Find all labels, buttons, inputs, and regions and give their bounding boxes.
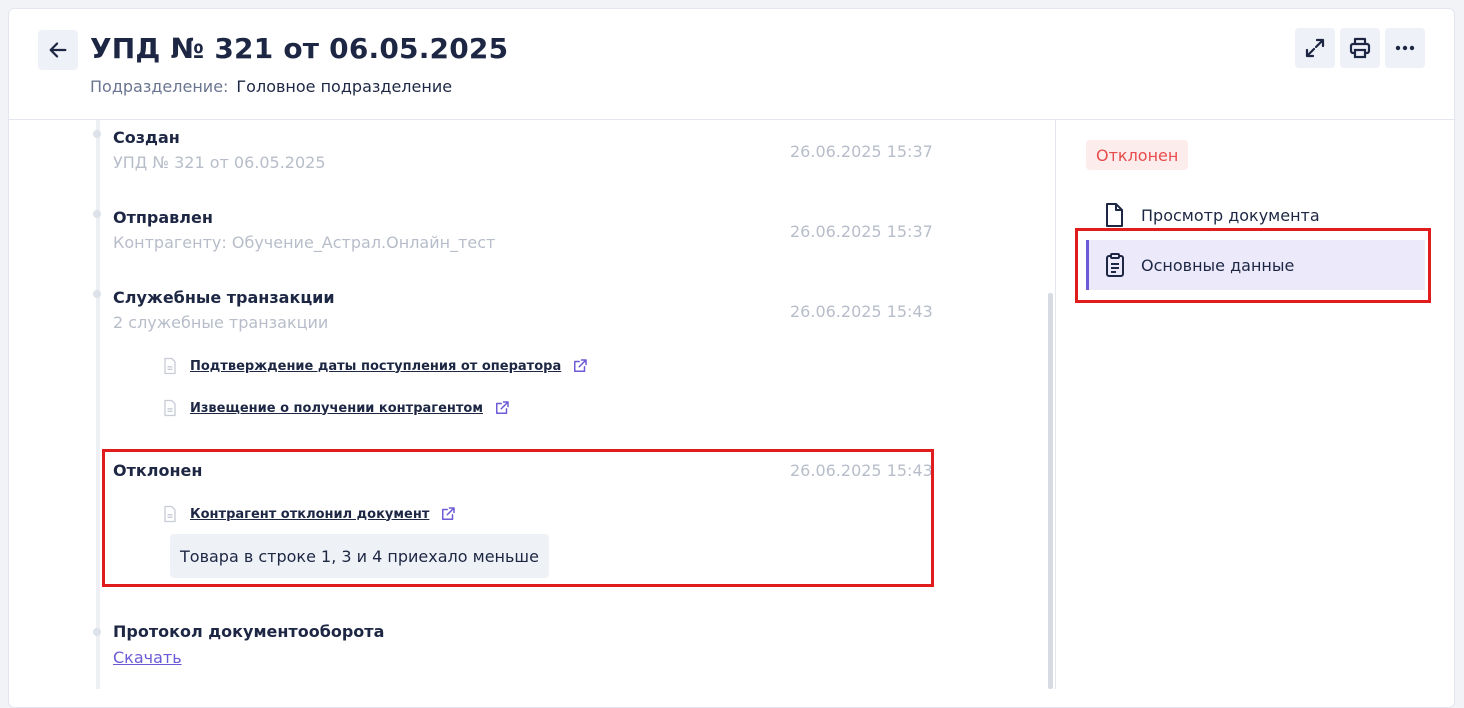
external-link-icon[interactable] (571, 357, 589, 375)
event-title: Отклонен (113, 461, 203, 480)
page-title: УПД № 321 от 06.05.2025 (90, 32, 509, 65)
event-time: 26.06.2025 15:43 (790, 461, 933, 480)
file-icon (1086, 202, 1141, 228)
expand-button[interactable] (1295, 28, 1335, 68)
sidebar-item-label: Основные данные (1141, 255, 1295, 275)
sidebar-item-main-data[interactable]: Основные данные (1086, 240, 1425, 290)
clipboard-icon (1089, 252, 1141, 278)
event-title: Служебные транзакции (113, 288, 335, 307)
more-dots-icon (1395, 45, 1415, 51)
subdivision-info: Подразделение: Головное подразделение (90, 77, 452, 96)
header-divider (8, 119, 1455, 120)
printer-icon (1349, 37, 1371, 59)
expand-icon (1305, 38, 1325, 58)
timeline-dot (93, 628, 101, 636)
transaction-link[interactable]: Подтверждение даты поступления от операт… (190, 359, 561, 374)
timeline-line (96, 120, 100, 689)
event-time: 26.06.2025 15:43 (790, 302, 933, 321)
timeline-dot (93, 210, 101, 218)
event-subtitle: УПД № 321 от 06.05.2025 (113, 153, 326, 172)
timeline-dot (93, 290, 101, 298)
event-title: Отправлен (113, 208, 213, 227)
event-title: Протокол документооборота (113, 622, 385, 641)
more-options-button[interactable] (1385, 28, 1425, 68)
event-time: 26.06.2025 15:37 (790, 222, 933, 241)
external-link-icon[interactable] (439, 505, 457, 523)
print-button[interactable] (1340, 28, 1380, 68)
event-subtitle: Контрагенту: Обучение_Астрал.Онлайн_тест (113, 233, 496, 252)
rejection-link[interactable]: Контрагент отклонил документ (190, 507, 429, 522)
sidebar-item-label: Просмотр документа (1141, 205, 1320, 225)
document-icon (164, 505, 176, 523)
transaction-link-item: Подтверждение даты поступления от операт… (160, 356, 589, 376)
subdivision-value: Головное подразделение (236, 77, 453, 96)
document-icon (164, 399, 176, 417)
transaction-link-item: Извещение о получении контрагентом (160, 398, 511, 418)
arrow-left-icon (49, 42, 67, 58)
sidebar-item-document-view[interactable]: Просмотр документа (1086, 190, 1425, 240)
timeline-dot (93, 130, 101, 138)
panel-divider (1055, 120, 1056, 689)
rejection-link-item: Контрагент отклонил документ (160, 504, 457, 524)
back-button[interactable] (38, 30, 78, 70)
rejection-comment: Товара в строке 1, 3 и 4 приехало меньше (170, 534, 549, 578)
external-link-icon[interactable] (493, 399, 511, 417)
transaction-link[interactable]: Извещение о получении контрагентом (190, 401, 483, 416)
download-link[interactable]: Скачать (113, 648, 182, 667)
status-badge: Отклонен (1086, 140, 1189, 170)
subdivision-label: Подразделение: (90, 77, 229, 96)
event-subtitle: 2 служебные транзакции (113, 313, 329, 332)
event-title: Создан (113, 128, 180, 147)
event-time: 26.06.2025 15:37 (790, 142, 933, 161)
document-icon (164, 357, 176, 375)
timeline-scrollbar[interactable] (1048, 293, 1053, 689)
